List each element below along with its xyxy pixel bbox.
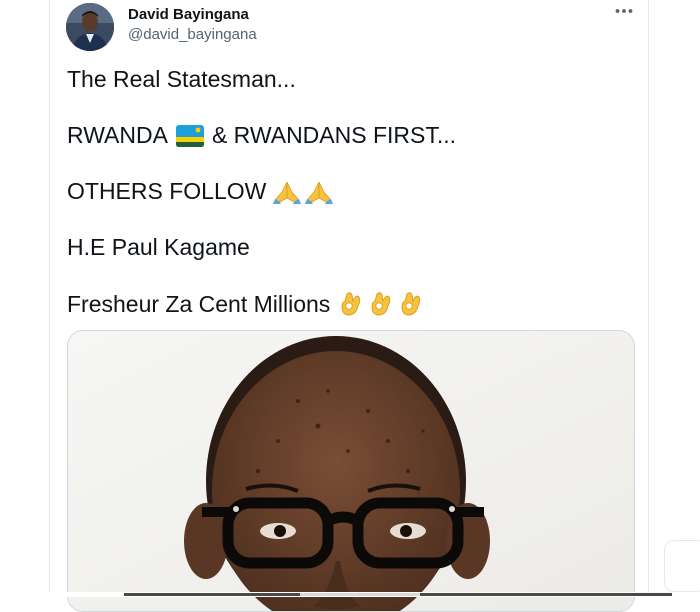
side-widget[interactable]: [664, 540, 700, 592]
tweet-text: & RWANDANS FIRST...: [211, 122, 457, 148]
more-options-button[interactable]: [612, 0, 636, 24]
tweet-text-line-5: Fresheur Za Cent Millions: [67, 290, 424, 318]
tweet-text: Fresheur Za Cent Millions: [67, 290, 331, 317]
tweet-text: OTHERS FOLLOW: [67, 178, 267, 204]
scrollbar-thumb[interactable]: [300, 593, 420, 596]
portrait-image: [68, 331, 634, 611]
tweet-text: H.E Paul Kagame: [67, 234, 250, 260]
tweet-text: RWANDA: [67, 122, 168, 148]
rwanda-flag-icon: [175, 124, 204, 147]
tweet-text-line-4: H.E Paul Kagame: [67, 234, 250, 261]
folded-hands-icon: [272, 179, 302, 205]
author-avatar[interactable]: [66, 3, 114, 51]
folded-hands-icon: [304, 179, 334, 205]
tweet-text: The Real Statesman...: [67, 66, 296, 92]
ok-hand-icon: [398, 290, 424, 318]
author-name[interactable]: David Bayingana: [128, 6, 249, 23]
more-horizontal-icon: [615, 9, 633, 13]
author-handle[interactable]: @david_bayingana: [128, 26, 257, 43]
tweet-text-line-2: RWANDA & RWANDANS FIRST...: [67, 122, 456, 149]
ok-hand-icon: [338, 290, 364, 318]
tweet-text-line-3: OTHERS FOLLOW: [67, 178, 334, 205]
tweet-photo[interactable]: [67, 330, 635, 612]
tweet-text-line-1: The Real Statesman...: [67, 66, 296, 93]
ok-hand-icon: [368, 290, 394, 318]
avatar-image: [66, 3, 114, 51]
